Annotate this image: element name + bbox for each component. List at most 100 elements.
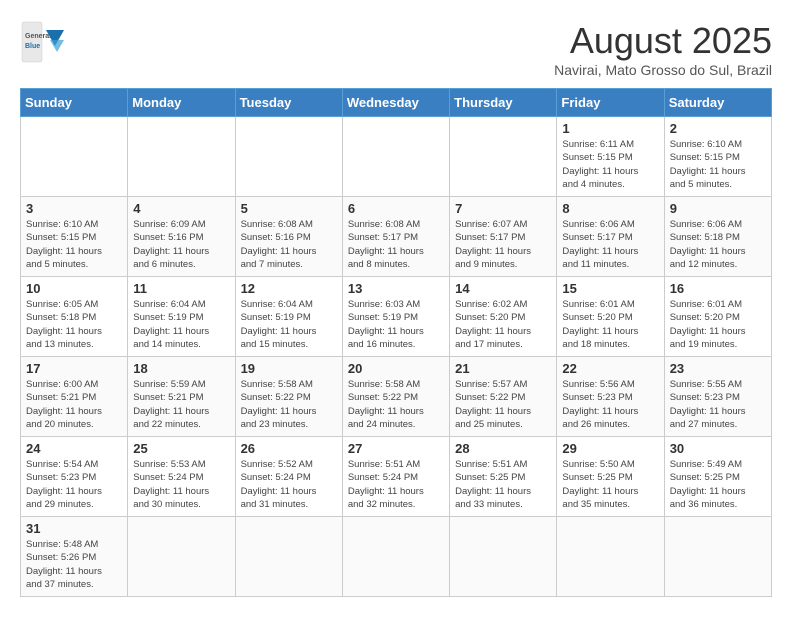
weekday-header-row: Sunday Monday Tuesday Wednesday Thursday… [21,89,772,117]
day-number: 15 [562,281,658,296]
day-cell-0-1 [128,117,235,197]
day-number: 23 [670,361,766,376]
day-number: 18 [133,361,229,376]
day-info: Sunrise: 6:03 AMSunset: 5:19 PMDaylight:… [348,298,444,351]
day-number: 10 [26,281,122,296]
day-number: 25 [133,441,229,456]
day-cell-3-0: 17Sunrise: 6:00 AMSunset: 5:21 PMDayligh… [21,357,128,437]
day-number: 20 [348,361,444,376]
day-number: 11 [133,281,229,296]
day-number: 12 [241,281,337,296]
calendar-table: Sunday Monday Tuesday Wednesday Thursday… [20,88,772,597]
day-info: Sunrise: 6:10 AMSunset: 5:15 PMDaylight:… [26,218,122,271]
week-row-5: 31Sunrise: 5:48 AMSunset: 5:26 PMDayligh… [21,517,772,597]
header-saturday: Saturday [664,89,771,117]
day-cell-4-2: 26Sunrise: 5:52 AMSunset: 5:24 PMDayligh… [235,437,342,517]
svg-text:Blue: Blue [25,43,40,50]
day-info: Sunrise: 6:04 AMSunset: 5:19 PMDaylight:… [133,298,229,351]
day-number: 5 [241,201,337,216]
day-number: 7 [455,201,551,216]
logo: General Blue [20,20,64,64]
day-info: Sunrise: 6:04 AMSunset: 5:19 PMDaylight:… [241,298,337,351]
day-cell-4-4: 28 Sunrise: 5:51 AMSunset: 5:25 PMDayligh… [450,437,557,517]
day-info: Sunrise: 5:51 AMSunset: 5:24 PMDaylight:… [348,458,444,511]
day-number: 9 [670,201,766,216]
page-header: General Blue August 2025 Navirai, Mato G… [20,20,772,78]
day-info: Sunrise: 6:08 AMSunset: 5:17 PMDaylight:… [348,218,444,271]
day-info: Sunrise: 6:08 AMSunset: 5:16 PMDaylight:… [241,218,337,271]
day-cell-5-6 [664,517,771,597]
header-thursday: Thursday [450,89,557,117]
header-sunday: Sunday [21,89,128,117]
day-info: Sunrise: 6:06 AMSunset: 5:17 PMDaylight:… [562,218,658,271]
day-number: 19 [241,361,337,376]
week-row-0: 1 Sunrise: 6:11 AMSunset: 5:15 PMDaylight… [21,117,772,197]
day-cell-2-2: 12 Sunrise: 6:04 AMSunset: 5:19 PMDayligh… [235,277,342,357]
day-cell-5-5 [557,517,664,597]
day-cell-3-6: 23Sunrise: 5:55 AMSunset: 5:23 PMDayligh… [664,357,771,437]
day-info: Sunrise: 6:05 AMSunset: 5:18 PMDaylight:… [26,298,122,351]
day-info: Sunrise: 5:52 AMSunset: 5:24 PMDaylight:… [241,458,337,511]
day-info: Sunrise: 5:58 AMSunset: 5:22 PMDaylight:… [348,378,444,431]
day-cell-3-2: 19Sunrise: 5:58 AMSunset: 5:22 PMDayligh… [235,357,342,437]
day-cell-1-6: 9 Sunrise: 6:06 AMSunset: 5:18 PMDaylight… [664,197,771,277]
day-info: Sunrise: 5:59 AMSunset: 5:21 PMDaylight:… [133,378,229,431]
day-info: Sunrise: 6:11 AMSunset: 5:15 PMDaylight:… [562,138,658,191]
day-info: Sunrise: 6:01 AMSunset: 5:20 PMDaylight:… [562,298,658,351]
day-cell-4-5: 29Sunrise: 5:50 AMSunset: 5:25 PMDayligh… [557,437,664,517]
day-cell-5-2 [235,517,342,597]
day-cell-0-0 [21,117,128,197]
day-info: Sunrise: 5:57 AMSunset: 5:22 PMDaylight:… [455,378,551,431]
day-cell-1-4: 7 Sunrise: 6:07 AMSunset: 5:17 PMDaylight… [450,197,557,277]
day-cell-1-0: 3 Sunrise: 6:10 AMSunset: 5:15 PMDaylight… [21,197,128,277]
day-number: 3 [26,201,122,216]
day-cell-4-6: 30Sunrise: 5:49 AMSunset: 5:25 PMDayligh… [664,437,771,517]
day-cell-5-4 [450,517,557,597]
header-tuesday: Tuesday [235,89,342,117]
week-row-1: 3 Sunrise: 6:10 AMSunset: 5:15 PMDaylight… [21,197,772,277]
day-cell-4-1: 25 Sunrise: 5:53 AMSunset: 5:24 PMDayligh… [128,437,235,517]
day-cell-2-0: 10 Sunrise: 6:05 AMSunset: 5:18 PMDayligh… [21,277,128,357]
day-cell-1-1: 4Sunrise: 6:09 AMSunset: 5:16 PMDaylight… [128,197,235,277]
week-row-3: 17Sunrise: 6:00 AMSunset: 5:21 PMDayligh… [21,357,772,437]
day-info: Sunrise: 6:07 AMSunset: 5:17 PMDaylight:… [455,218,551,271]
day-cell-4-3: 27 Sunrise: 5:51 AMSunset: 5:24 PMDayligh… [342,437,449,517]
day-number: 28 [455,441,551,456]
day-number: 14 [455,281,551,296]
day-number: 1 [562,121,658,136]
day-info: Sunrise: 6:10 AMSunset: 5:15 PMDaylight:… [670,138,766,191]
day-number: 29 [562,441,658,456]
day-number: 30 [670,441,766,456]
day-info: Sunrise: 5:53 AMSunset: 5:24 PMDaylight:… [133,458,229,511]
day-number: 2 [670,121,766,136]
day-cell-1-2: 5 Sunrise: 6:08 AMSunset: 5:16 PMDaylight… [235,197,342,277]
day-info: Sunrise: 6:06 AMSunset: 5:18 PMDaylight:… [670,218,766,271]
day-cell-2-1: 11 Sunrise: 6:04 AMSunset: 5:19 PMDayligh… [128,277,235,357]
day-number: 21 [455,361,551,376]
calendar-subtitle: Navirai, Mato Grosso do Sul, Brazil [554,62,772,78]
day-cell-3-3: 20 Sunrise: 5:58 AMSunset: 5:22 PMDayligh… [342,357,449,437]
day-info: Sunrise: 5:51 AMSunset: 5:25 PMDaylight:… [455,458,551,511]
day-number: 6 [348,201,444,216]
svg-text:General: General [25,33,51,40]
week-row-4: 24Sunrise: 5:54 AMSunset: 5:23 PMDayligh… [21,437,772,517]
day-cell-5-1 [128,517,235,597]
day-cell-2-3: 13Sunrise: 6:03 AMSunset: 5:19 PMDayligh… [342,277,449,357]
day-number: 22 [562,361,658,376]
day-cell-0-4 [450,117,557,197]
header-monday: Monday [128,89,235,117]
day-cell-1-3: 6 Sunrise: 6:08 AMSunset: 5:17 PMDaylight… [342,197,449,277]
day-number: 27 [348,441,444,456]
title-area: August 2025 Navirai, Mato Grosso do Sul,… [554,20,772,78]
day-cell-3-4: 21 Sunrise: 5:57 AMSunset: 5:22 PMDayligh… [450,357,557,437]
day-cell-3-1: 18 Sunrise: 5:59 AMSunset: 5:21 PMDayligh… [128,357,235,437]
day-cell-5-3 [342,517,449,597]
day-cell-0-3 [342,117,449,197]
day-info: Sunrise: 5:48 AMSunset: 5:26 PMDaylight:… [26,538,122,591]
day-cell-0-2 [235,117,342,197]
day-cell-0-5: 1 Sunrise: 6:11 AMSunset: 5:15 PMDaylight… [557,117,664,197]
day-cell-2-4: 14Sunrise: 6:02 AMSunset: 5:20 PMDayligh… [450,277,557,357]
day-info: Sunrise: 5:54 AMSunset: 5:23 PMDaylight:… [26,458,122,511]
calendar-title: August 2025 [554,20,772,62]
day-cell-2-5: 15 Sunrise: 6:01 AMSunset: 5:20 PMDayligh… [557,277,664,357]
